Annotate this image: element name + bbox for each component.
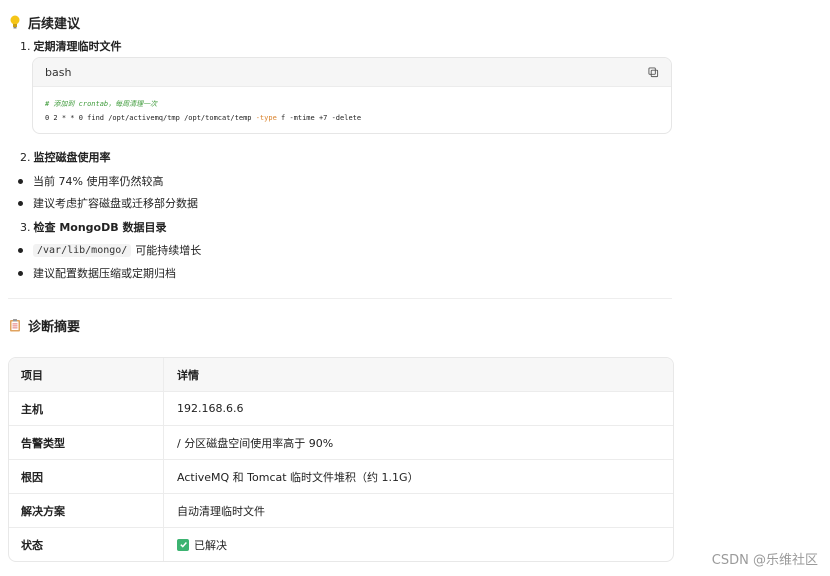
watermark: CSDN @乐维社区 (711, 553, 818, 568)
ordered-item-3: 3. 检查 MongoDB 数据目录 (20, 220, 167, 235)
table-row: 状态 已解决 (9, 528, 673, 561)
bullet-icon (18, 200, 23, 206)
copy-code-button[interactable] (648, 66, 659, 78)
check-icon (177, 538, 189, 551)
ordered-item-label: 定期清理临时文件 (33, 40, 122, 53)
status-text: 已解决 (194, 538, 227, 552)
section-heading-summary: 诊断摘要 (8, 315, 80, 335)
ordered-item-label: 监控磁盘使用率 (33, 151, 111, 164)
table-cell-key: 根因 (9, 460, 164, 493)
code-block-header: bash (33, 58, 671, 87)
inline-code: /var/lib/mongo/ (33, 243, 132, 257)
section-title: 后续建议 (28, 16, 81, 32)
bullet-icon (18, 178, 23, 184)
clipboard-icon (8, 318, 22, 332)
table-cell-value: ActiveMQ 和 Tomcat 临时文件堆积（约 1.1G） (177, 470, 419, 484)
lightbulb-icon (8, 15, 22, 29)
table-header-cell: 详情 (177, 368, 199, 382)
table-cell-key: 主机 (9, 392, 164, 425)
ordered-item-label: 检查 MongoDB 数据目录 (33, 221, 167, 234)
table-cell-value: 已解决 (164, 528, 673, 561)
code-comment: # 添加到 crontab，每周清理一次 (45, 100, 158, 108)
section-title: 诊断摘要 (28, 319, 81, 335)
divider (8, 298, 672, 299)
copy-icon (648, 66, 659, 77)
list-item: /var/lib/mongo/ 可能持续增长 (14, 242, 201, 258)
code-content: # 添加到 crontab，每周清理一次 0 2 * * 0 find /opt… (33, 87, 671, 133)
table-header-cell: 项目 (9, 358, 164, 391)
bullet-icon (18, 247, 23, 253)
table-cell-key: 状态 (9, 528, 164, 561)
ordered-item-2: 2. 监控磁盘使用率 (20, 150, 111, 165)
table-cell-value: 自动清理临时文件 (177, 504, 265, 518)
list-item: 当前 74% 使用率仍然较高 (14, 173, 163, 189)
list-item: 建议配置数据压缩或定期归档 (14, 265, 176, 281)
table-row: 主机 192.168.6.6 (9, 392, 673, 426)
section-heading-suggestions: 后续建议 (8, 12, 80, 32)
summary-table: 项目 详情 主机 192.168.6.6 告警类型 / 分区磁盘空间使用率高于 … (8, 357, 674, 562)
code-block: bash # 添加到 crontab，每周清理一次 0 2 * * 0 find… (32, 57, 672, 134)
code-language: bash (45, 65, 72, 79)
table-row: 根因 ActiveMQ 和 Tomcat 临时文件堆积（约 1.1G） (9, 460, 673, 494)
table-row: 告警类型 / 分区磁盘空间使用率高于 90% (9, 426, 673, 460)
table-row: 解决方案 自动清理临时文件 (9, 494, 673, 528)
table-header-row: 项目 详情 (9, 358, 673, 392)
list-item: 建议考虑扩容磁盘或迁移部分数据 (14, 195, 198, 211)
table-cell-key: 告警类型 (9, 426, 164, 459)
code-line: 0 2 * * 0 find /opt/activemq/tmp /opt/to… (45, 114, 362, 122)
bullet-icon (18, 270, 23, 276)
ordered-item-1: 1. 定期清理临时文件 (20, 39, 122, 54)
table-cell-value: 192.168.6.6 (177, 402, 244, 415)
table-cell-key: 解决方案 (9, 494, 164, 527)
table-cell-value: / 分区磁盘空间使用率高于 90% (177, 436, 334, 450)
